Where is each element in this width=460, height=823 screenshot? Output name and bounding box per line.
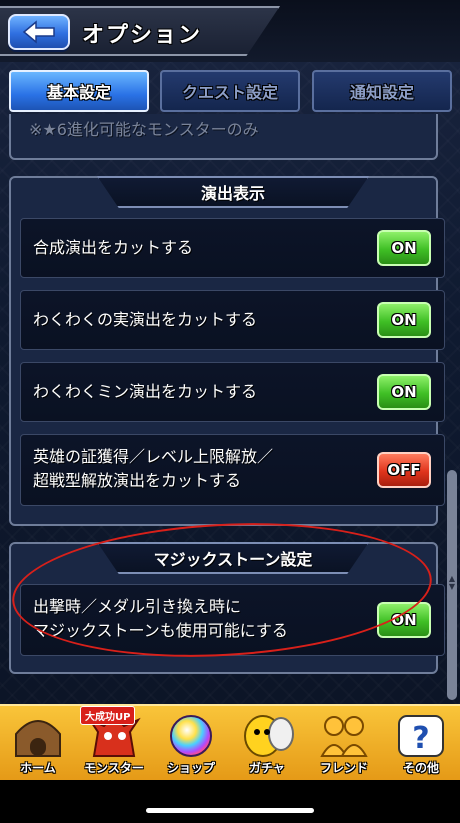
partial-row-text: ※★6進化可能なモンスターのみ: [29, 120, 259, 139]
setting-row-synthesis: 合成演出をカットする ON: [20, 218, 445, 278]
friend-icon: [320, 716, 368, 757]
nav-home[interactable]: ホーム: [0, 708, 76, 782]
orb-icon: [170, 715, 212, 757]
nav-label: モンスター: [84, 761, 144, 775]
back-button[interactable]: [8, 14, 70, 50]
setting-row-hero-proof: 英雄の証獲得／レベル上限解放／ 超戦型解放演出をカットする OFF: [20, 434, 445, 506]
svg-text:?: ?: [412, 721, 429, 756]
nav-friend[interactable]: フレンド: [306, 708, 382, 782]
nav-other[interactable]: ? その他: [383, 708, 459, 782]
home-icon: [15, 720, 61, 757]
toggle-synthesis-cut[interactable]: ON: [377, 230, 431, 266]
nav-label: ガチャ: [249, 761, 285, 775]
tab-bar: 基本設定 クエスト設定 通知設定: [0, 70, 460, 114]
monster-badge: 大成功UP: [80, 706, 136, 725]
nav-label: その他: [402, 761, 439, 775]
nav-label: フレンド: [319, 761, 368, 775]
setting-label-line1: 英雄の証獲得／レベル上限解放／: [33, 447, 274, 466]
tab-quest-settings[interactable]: クエスト設定: [160, 70, 300, 112]
home-indicator[interactable]: [146, 808, 314, 813]
section-header-effects: 演出表示: [97, 176, 369, 208]
setting-row-wakuwaku-min: わくわくミン演出をカットする ON: [20, 362, 445, 422]
toggle-wakuwaku-fruit-cut[interactable]: ON: [377, 302, 431, 338]
setting-label: わくわくの実演出をカットする: [33, 310, 258, 329]
effects-panel: 演出表示 合成演出をカットする ON わくわくの実演出をカットする ON わくわ…: [9, 176, 445, 526]
nav-gacha[interactable]: ガチャ: [229, 708, 305, 782]
bottom-nav: ホーム 大成功UP モンスター ショップ ガチャ フレンド ? その他: [0, 704, 460, 780]
system-home-bar: [0, 780, 460, 823]
setting-label: 合成演出をカットする: [33, 238, 194, 257]
toggle-wakuwaku-min-cut[interactable]: ON: [377, 374, 431, 410]
header: オプション: [0, 0, 460, 62]
nav-label: ショップ: [166, 761, 215, 775]
tab-notification-settings[interactable]: 通知設定: [312, 70, 452, 112]
scrollbar-grip-icon: ▲ ▼: [448, 574, 456, 591]
page-title: オプション: [82, 23, 203, 48]
nav-shop[interactable]: ショップ: [153, 708, 229, 782]
previous-panel: ※★6進化可能なモンスターのみ: [9, 114, 438, 160]
question-icon: ?: [398, 715, 444, 757]
toggle-hero-proof-cut[interactable]: OFF: [377, 452, 431, 488]
nav-label: ホーム: [20, 761, 56, 775]
back-arrow-icon: [22, 20, 55, 44]
setting-label: わくわくミン演出をカットする: [33, 382, 258, 401]
gacha-icon: [244, 715, 294, 757]
setting-row-wakuwaku-fruit: わくわくの実演出をカットする ON: [20, 290, 445, 350]
tab-basic-settings[interactable]: 基本設定: [9, 70, 149, 112]
nav-monster[interactable]: 大成功UP モンスター: [76, 706, 152, 782]
setting-label-line2: 超戦型解放演出をカットする: [33, 471, 242, 490]
